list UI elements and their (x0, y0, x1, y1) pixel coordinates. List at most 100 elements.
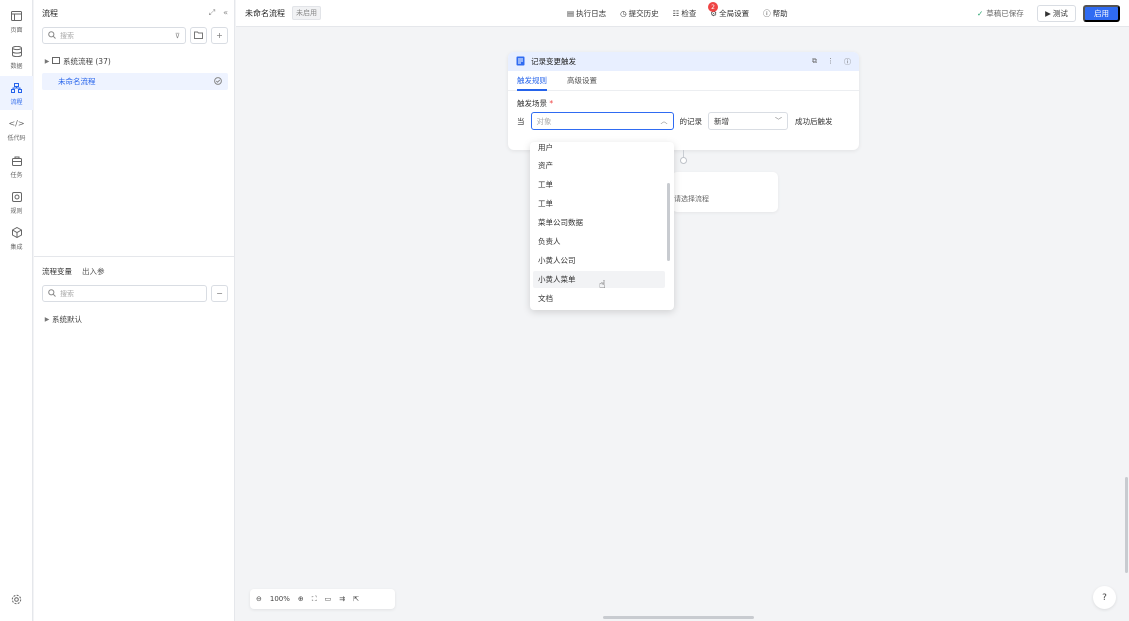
test-label: 测试 (1052, 9, 1068, 18)
commit-history-button[interactable]: ◷ 提交历史 (620, 8, 659, 19)
minimap-icon[interactable]: ▭ (325, 595, 332, 603)
dropdown-scrollbar[interactable] (667, 183, 670, 261)
add-flow-button[interactable]: + (211, 27, 228, 44)
caret-right-icon[interactable]: ▶ (42, 316, 52, 323)
help-menu-button[interactable]: ⓘ 帮助 (763, 8, 788, 19)
check-circle-icon: ✓ (977, 9, 984, 18)
settings-button[interactable] (0, 584, 33, 614)
dropdown-option[interactable]: 菜单公司数据 (533, 214, 665, 231)
rail-item-flow[interactable]: 流程 (0, 76, 33, 110)
dropdown-option[interactable]: 小黄人公司 (533, 252, 665, 269)
dropdown-option[interactable]: 负责人 (533, 233, 665, 250)
top-menu: ▤ 执行日志 ◷ 提交历史 ☷ 检查 ⚙ 全局设置 ⓘ 帮助 (567, 8, 788, 19)
save-status: ✓ 草稿已保存 (977, 8, 1024, 19)
rail-label: 任务 (10, 171, 23, 179)
flow-canvas[interactable]: 记录变更触发 ⧉ ⋮ ⓘ 触发规则 高级设置 触发场景 * 当 对象 ︿ 的记录 (236, 28, 1129, 621)
flow-search-input[interactable]: 搜索 ⊽ (42, 27, 186, 44)
trigger-node-title: 记录变更触发 (531, 57, 576, 66)
rail-label: 集成 (10, 243, 23, 251)
new-folder-button[interactable] (190, 27, 207, 44)
check-list-icon: ☷ (672, 9, 680, 18)
settings-icon (10, 592, 24, 606)
status-badge: 未启用 (292, 6, 321, 20)
variable-tabs: 流程变量 出入参 (42, 266, 105, 277)
after-label: 成功后触发 (795, 116, 833, 126)
vertical-scrollbar[interactable] (1125, 477, 1128, 573)
expand-icon[interactable]: ⤢ (209, 8, 215, 18)
tab-io-params[interactable]: 出入参 (82, 266, 105, 277)
icon-rail: 页面 数据 流程 </> 低代码 任务 规则 集成 (0, 0, 33, 621)
flow-icon (10, 81, 24, 95)
dropdown-option[interactable]: 用户 (533, 142, 665, 156)
trigger-node-header: 记录变更触发 ⧉ ⋮ ⓘ (508, 52, 859, 71)
fit-view-icon[interactable]: ⛶ (312, 595, 317, 604)
clock-icon: ◷ (620, 9, 627, 18)
save-status-label: 草稿已保存 (986, 9, 1024, 18)
tree-item-system-flows[interactable]: ▶ 系统流程 (37) (42, 53, 228, 70)
panel-title: 流程 (42, 8, 58, 18)
rail-item-data[interactable]: 数据 (0, 40, 33, 74)
caret-right-icon[interactable]: ▶ (42, 58, 52, 65)
record-trigger-icon (516, 56, 525, 68)
rail-label: 页面 (10, 26, 23, 34)
zoom-in-icon[interactable]: ⊕ (298, 595, 304, 603)
check-button[interactable]: ☷ 检查 (673, 8, 697, 19)
records-of-label: 的记录 (679, 116, 703, 126)
test-button[interactable]: ▶ 测试 (1037, 5, 1076, 22)
action-select-value: 新增 (714, 116, 729, 126)
action-select[interactable]: 新增 ﹀ (708, 112, 788, 130)
object-select[interactable]: 对象 ︿ (530, 112, 674, 130)
fullscreen-icon[interactable]: ⇱ (353, 595, 359, 603)
copy-icon[interactable]: ⧉ (812, 57, 817, 67)
plus-icon: + (216, 31, 223, 40)
trigger-node-card[interactable]: 记录变更触发 ⧉ ⋮ ⓘ 触发规则 高级设置 触发场景 * 当 对象 ︿ 的记录 (508, 52, 859, 150)
task-icon (10, 154, 24, 168)
tree-item-system-default[interactable]: ▶ 系统默认 (42, 311, 228, 328)
tab-advanced-settings[interactable]: 高级设置 (567, 71, 597, 91)
folder-icon (52, 57, 60, 66)
tree-item-label: 系统默认 (52, 315, 82, 324)
search-icon (48, 288, 56, 299)
rule-icon (10, 190, 24, 204)
dropdown-option[interactable]: 工单 (533, 176, 665, 193)
collapse-icon[interactable]: « (223, 8, 228, 18)
next-node-card[interactable]: 请选择流程 (672, 172, 778, 212)
more-icon[interactable]: ⋮ (827, 57, 834, 67)
zoom-out-icon[interactable]: ⊖ (256, 595, 262, 603)
rail-item-page[interactable]: 页面 (0, 4, 33, 38)
folder-icon (194, 31, 203, 41)
rail-label: 低代码 (7, 134, 26, 142)
zoom-toolbar: ⊖ 100% ⊕ ⛶ ▭ ⇉ ⇱ (250, 589, 395, 609)
dropdown-option[interactable]: 资产 (533, 157, 665, 174)
execution-log-button[interactable]: ▤ 执行日志 (567, 8, 606, 19)
menu-label: 全局设置 (719, 9, 750, 18)
play-icon: ▶ (1045, 9, 1051, 18)
help-button[interactable]: ? (1093, 586, 1116, 609)
filter-icon[interactable]: ⊽ (175, 32, 180, 40)
rail-item-rule[interactable]: 规则 (0, 185, 33, 219)
tree-item-unnamed-flow[interactable]: 未命名流程 (42, 73, 228, 90)
help-circle-icon: ⓘ (763, 9, 771, 18)
auto-layout-icon[interactable]: ⇉ (339, 595, 345, 603)
tab-trigger-rules[interactable]: 触发规则 (517, 71, 547, 91)
rail-item-task[interactable]: 任务 (0, 149, 33, 183)
tab-flow-variables[interactable]: 流程变量 (42, 266, 72, 277)
integration-icon (10, 226, 24, 240)
variable-search-input[interactable]: 搜索 (42, 285, 207, 302)
flow-title[interactable]: 未命名流程 (245, 8, 285, 19)
horizontal-scrollbar[interactable] (603, 616, 754, 619)
check-circle-icon (214, 76, 222, 87)
dropdown-option[interactable]: 工单 (533, 195, 665, 212)
collapse-variables-button[interactable]: − (211, 285, 228, 302)
rail-item-integration[interactable]: 集成 (0, 221, 33, 255)
enable-button[interactable]: 启用 (1083, 5, 1120, 22)
zoom-level: 100% (269, 595, 290, 603)
required-marker: * (549, 99, 554, 108)
info-icon[interactable]: ⓘ (844, 57, 851, 67)
page-icon (10, 9, 24, 23)
rail-label: 流程 (10, 98, 23, 106)
database-icon (10, 45, 24, 59)
rail-item-code[interactable]: </> 低代码 (0, 112, 33, 146)
connector-dot[interactable] (680, 157, 687, 164)
dropdown-option[interactable]: 文档 (533, 290, 665, 307)
